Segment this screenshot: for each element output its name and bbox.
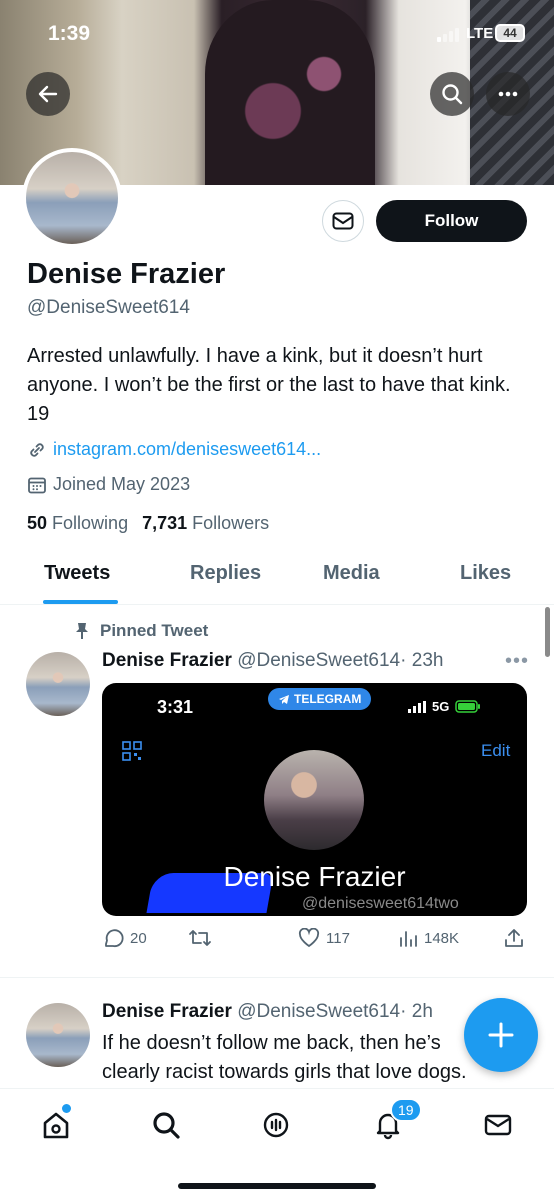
tweet-author-handle: @DeniseSweet614 [237, 650, 401, 671]
signal-icon [437, 28, 461, 42]
followers-link[interactable]: 7,731 Followers [142, 513, 269, 534]
following-link[interactable]: 50 Following [27, 513, 128, 534]
search-button[interactable] [430, 72, 474, 116]
status-time: 1:39 [48, 22, 91, 45]
telegram-icon [279, 695, 289, 704]
retweet-icon [189, 930, 211, 946]
media-telegram-pill: TELEGRAM [268, 688, 372, 710]
tweet-header: Denise Frazier @DeniseSweet614· 23h [102, 650, 443, 672]
scrollbar[interactable] [545, 607, 550, 657]
profile-website[interactable]: instagram.com/denisesweet614... [27, 439, 321, 460]
tweet-avatar[interactable] [26, 1003, 90, 1067]
media-app-label: TELEGRAM [294, 692, 362, 706]
nav-spaces[interactable] [258, 1107, 294, 1143]
views-chart-icon [400, 931, 417, 947]
tweet-actions: 20 117 148K [102, 928, 527, 954]
back-button[interactable] [26, 72, 70, 116]
envelope-icon [332, 212, 354, 230]
status-bar: 1:39 LTE 44 [0, 22, 554, 46]
profile-name: Denise Frazier [27, 258, 226, 290]
views-count: 148K [424, 929, 460, 947]
profile-stats: 50 Following 7,731 Followers [27, 513, 269, 534]
search-icon [442, 84, 463, 105]
tweet-time: · 2h [400, 1001, 433, 1022]
tweet-more-icon[interactable]: ••• [505, 650, 529, 673]
home-icon [43, 1112, 69, 1139]
active-tab-indicator [43, 600, 118, 604]
nav-messages[interactable] [480, 1107, 516, 1143]
profile-tabs: Tweets Replies Media Likes [0, 556, 554, 605]
tab-media[interactable]: Media [323, 562, 380, 585]
new-content-dot [62, 1104, 71, 1113]
following-count: 50 [27, 513, 48, 533]
views-button[interactable]: 148K [398, 928, 459, 948]
home-indicator [178, 1183, 376, 1189]
more-horizontal-icon [498, 91, 518, 97]
media-profile-photo [264, 750, 364, 850]
battery-icon: 44 [495, 24, 525, 42]
tweet-author-handle: @DeniseSweet614 [237, 1001, 401, 1022]
tweet-author-name[interactable]: Denise Frazier [102, 1001, 232, 1022]
profile-handle: @DeniseSweet614 [27, 297, 190, 318]
follow-button[interactable]: Follow [376, 200, 527, 242]
tweet-media-image[interactable]: 3:31 TELEGRAM 5G Edit Denise Frazier @de… [102, 683, 527, 916]
share-icon [505, 929, 523, 947]
tweet-header: Denise Frazier @DeniseSweet614· 2h [102, 1001, 433, 1023]
pin-icon [76, 623, 88, 639]
pinned-label: Pinned Tweet [74, 621, 208, 641]
qr-code-icon [122, 741, 142, 761]
tweet-text: If he doesn’t follow me back, then he’s … [102, 1032, 467, 1083]
media-signal-icon [408, 700, 426, 713]
spaces-icon [263, 1112, 289, 1138]
retweet-button[interactable] [188, 928, 212, 948]
reply-icon [105, 929, 124, 948]
reply-count: 20 [130, 929, 147, 947]
link-icon [30, 442, 44, 457]
calendar-icon [28, 477, 46, 493]
more-button[interactable] [486, 72, 530, 116]
profile-joined: Joined May 2023 [27, 474, 190, 495]
network-label: LTE [466, 25, 494, 42]
website-link[interactable]: instagram.com/denisesweet614... [53, 439, 321, 460]
pinned-text: Pinned Tweet [100, 621, 209, 640]
arrow-left-icon [38, 85, 58, 103]
tab-tweets[interactable]: Tweets [44, 562, 110, 585]
tweet-avatar[interactable] [26, 652, 90, 716]
media-edit-label: Edit [481, 741, 511, 760]
followers-count: 7,731 [142, 513, 188, 533]
following-label: Following [52, 513, 129, 533]
media-status-time: 3:31 [157, 697, 194, 717]
envelope-icon [484, 1114, 512, 1136]
compose-tweet-button[interactable] [464, 998, 538, 1072]
profile-avatar[interactable] [22, 148, 122, 248]
like-button[interactable]: 117 [298, 928, 350, 948]
media-battery-icon [455, 700, 481, 713]
message-button[interactable] [322, 200, 364, 242]
media-network: 5G [408, 699, 481, 714]
tab-replies[interactable]: Replies [190, 562, 261, 585]
tweet-time: · 23h [400, 650, 444, 671]
followers-label: Followers [192, 513, 270, 533]
plus-icon [488, 1022, 514, 1048]
tweet-author-name[interactable]: Denise Frazier [102, 650, 232, 671]
tweet-divider [0, 977, 554, 978]
notifications-badge: 19 [390, 1098, 422, 1122]
media-profile-handle: @denisesweet614two [302, 895, 459, 912]
search-icon [153, 1112, 180, 1139]
heart-icon [298, 928, 320, 948]
media-profile-name: Denise Frazier [223, 861, 406, 892]
tab-likes[interactable]: Likes [460, 562, 511, 585]
profile-bio: Arrested unlawfully. I have a kink, but … [27, 345, 511, 425]
like-count: 117 [326, 929, 350, 947]
nav-search[interactable] [148, 1107, 184, 1143]
share-button[interactable] [504, 928, 524, 948]
media-network-label: 5G [432, 699, 450, 714]
joined-date: Joined May 2023 [53, 474, 191, 494]
reply-button[interactable]: 20 [102, 928, 147, 948]
